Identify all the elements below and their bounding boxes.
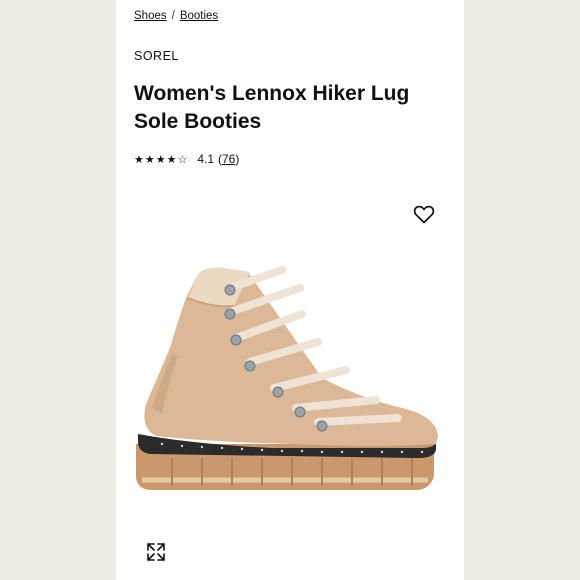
review-count-link[interactable]: 76 [222,152,235,166]
rating-summary[interactable]: ★★★★☆ 4.1 (76) [134,152,239,166]
product-page: Shoes / Booties SOREL Women's Lennox Hiker… [116,0,464,580]
breadcrumb-shoes-link[interactable]: Shoes [134,10,167,22]
expand-icon[interactable] [146,542,166,562]
brand-name[interactable]: SOREL [134,49,179,63]
breadcrumb-separator: / [171,10,175,22]
heart-icon[interactable] [412,202,436,226]
product-title: Women's Lennox Hiker Lug Sole Booties [134,82,410,133]
product-image[interactable] [132,258,452,504]
review-count-close-paren: ) [235,152,240,166]
rating-stars: ★★★★☆ [134,152,189,166]
rating-value: 4.1 [197,152,214,166]
breadcrumb: Shoes / Booties [134,10,218,22]
breadcrumb-booties-link[interactable]: Booties [180,10,218,22]
